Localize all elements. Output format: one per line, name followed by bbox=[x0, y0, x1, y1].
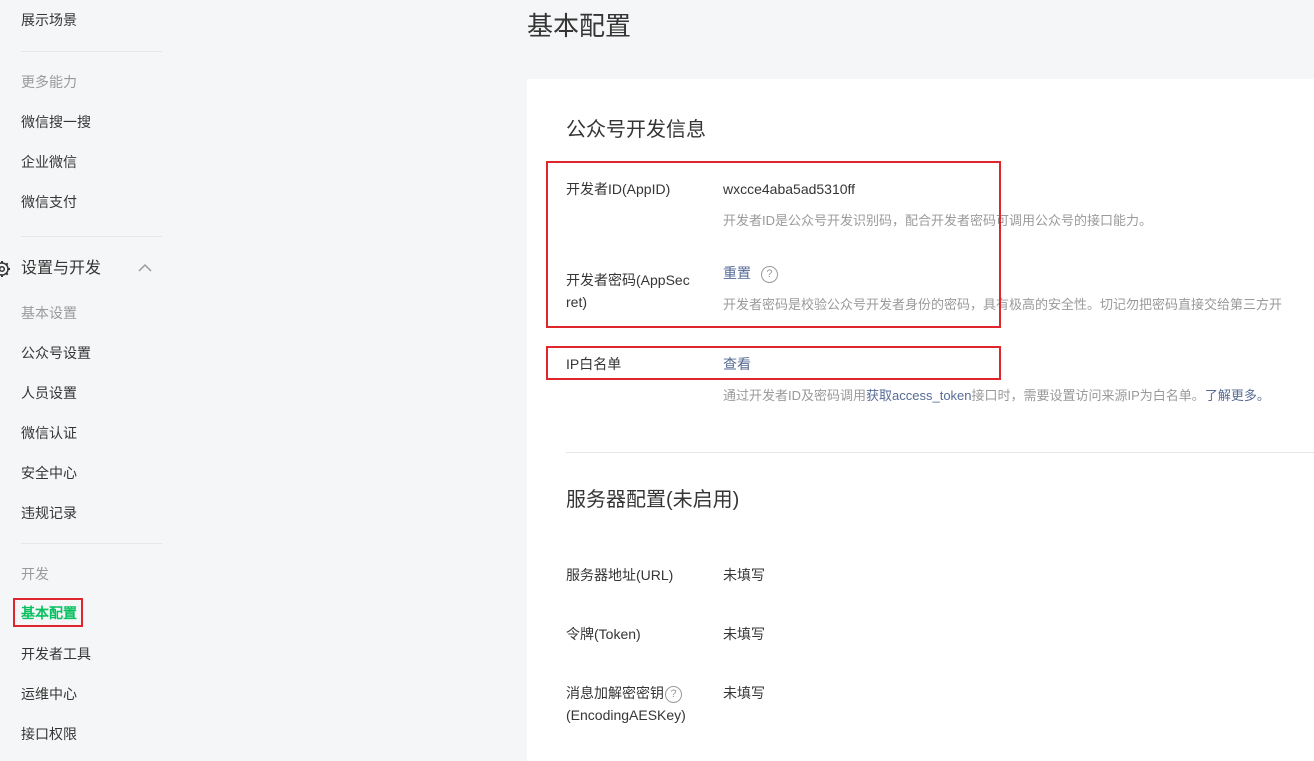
sidebar-group-settings-dev[interactable]: 设置与开发 bbox=[0, 257, 162, 281]
server-url-value: 未填写 bbox=[723, 567, 765, 583]
help-icon[interactable]: ? bbox=[760, 265, 778, 283]
sidebar-item-wechat-verification[interactable]: 微信认证 bbox=[21, 423, 77, 443]
appid-label: 开发者ID(AppID) bbox=[566, 181, 671, 197]
sidebar-item-basic-config[interactable]: 基本配置 bbox=[13, 598, 83, 627]
sidebar-heading-basic-settings: 基本设置 bbox=[21, 305, 77, 321]
sidebar-item-wechat-pay[interactable]: 微信支付 bbox=[21, 192, 77, 212]
help-icon[interactable]: ? bbox=[665, 685, 682, 703]
config-card: 公众号开发信息 开发者ID(AppID) wxcce4aba5ad5310ff … bbox=[527, 79, 1314, 761]
ip-desc-text-2: 接口时，需要设置访问来源IP为白名单。 bbox=[971, 388, 1205, 403]
server-url-label: 服务器地址(URL) bbox=[566, 567, 674, 583]
chevron-up-icon[interactable] bbox=[137, 262, 153, 274]
gear-icon bbox=[0, 261, 10, 277]
sidebar-item-account-settings[interactable]: 公众号设置 bbox=[21, 343, 91, 363]
learn-more-link[interactable]: 了解更多。 bbox=[1205, 388, 1270, 403]
sidebar-divider bbox=[21, 236, 162, 237]
token-label: 令牌(Token) bbox=[566, 626, 641, 642]
aes-key-label-text: 消息加解密密钥 bbox=[566, 685, 664, 701]
sidebar-item-staff-settings[interactable]: 人员设置 bbox=[21, 383, 77, 403]
reset-secret-link[interactable]: 重置 bbox=[723, 265, 751, 281]
token-value: 未填写 bbox=[723, 626, 765, 642]
appsecret-description: 开发者密码是校验公众号开发者身份的密码，具有极高的安全性。切记勿把密码直接交给第… bbox=[723, 297, 1283, 312]
sidebar-item-wechat-search[interactable]: 微信搜一搜 bbox=[21, 112, 91, 132]
sidebar-heading-dev: 开发 bbox=[21, 566, 49, 582]
ip-whitelist-view-link[interactable]: 查看 bbox=[723, 354, 751, 374]
aes-key-label: 消息加解密密钥? bbox=[566, 682, 682, 704]
appsecret-label: 开发者密码(AppSec bbox=[566, 272, 690, 288]
sidebar-group-label: 设置与开发 bbox=[21, 260, 102, 277]
ip-whitelist-view-text: 查看 bbox=[723, 356, 751, 372]
sidebar: 展示场景 更多能力 微信搜一搜 企业微信 微信支付 设置与开发 基本设置 公众号… bbox=[0, 0, 175, 761]
sidebar-item-ops-center[interactable]: 运维中心 bbox=[21, 684, 77, 704]
ip-whitelist-description: 通过开发者ID及密码调用获取access_token接口时，需要设置访问来源IP… bbox=[723, 386, 1270, 406]
appsecret-actions: 重置 ? bbox=[723, 263, 778, 283]
page-title: 基本配置 bbox=[527, 11, 632, 41]
section-title-dev-info: 公众号开发信息 bbox=[566, 119, 706, 141]
sidebar-item-dev-tools[interactable]: 开发者工具 bbox=[21, 644, 91, 664]
sidebar-item-work-wechat[interactable]: 企业微信 bbox=[21, 152, 77, 172]
sidebar-item-display-scene[interactable]: 展示场景 bbox=[21, 10, 77, 30]
section-divider bbox=[566, 452, 1314, 453]
ip-desc-text-1: 通过开发者ID及密码调用 bbox=[723, 388, 867, 403]
access-token-link[interactable]: 获取access_token bbox=[866, 388, 972, 403]
sidebar-item-violation-records[interactable]: 违规记录 bbox=[21, 503, 77, 523]
section-title-server-config: 服务器配置(未启用) bbox=[566, 489, 740, 511]
sidebar-item-api-permissions[interactable]: 接口权限 bbox=[21, 724, 77, 744]
appsecret-label-cont: ret) bbox=[566, 294, 587, 310]
sidebar-item-security-center[interactable]: 安全中心 bbox=[21, 463, 77, 483]
appid-description: 开发者ID是公众号开发识别码，配合开发者密码可调用公众号的接口能力。 bbox=[723, 213, 1153, 228]
ip-whitelist-label: IP白名单 bbox=[566, 356, 622, 372]
sidebar-heading-more: 更多能力 bbox=[21, 74, 77, 90]
aes-key-value: 未填写 bbox=[723, 685, 765, 701]
sidebar-divider bbox=[21, 51, 162, 52]
sidebar-item-basic-config-label: 基本配置 bbox=[21, 605, 77, 621]
aes-key-label-cont: (EncodingAESKey) bbox=[566, 707, 686, 723]
appid-value: wxcce4aba5ad5310ff bbox=[723, 181, 856, 197]
sidebar-divider bbox=[21, 543, 162, 544]
